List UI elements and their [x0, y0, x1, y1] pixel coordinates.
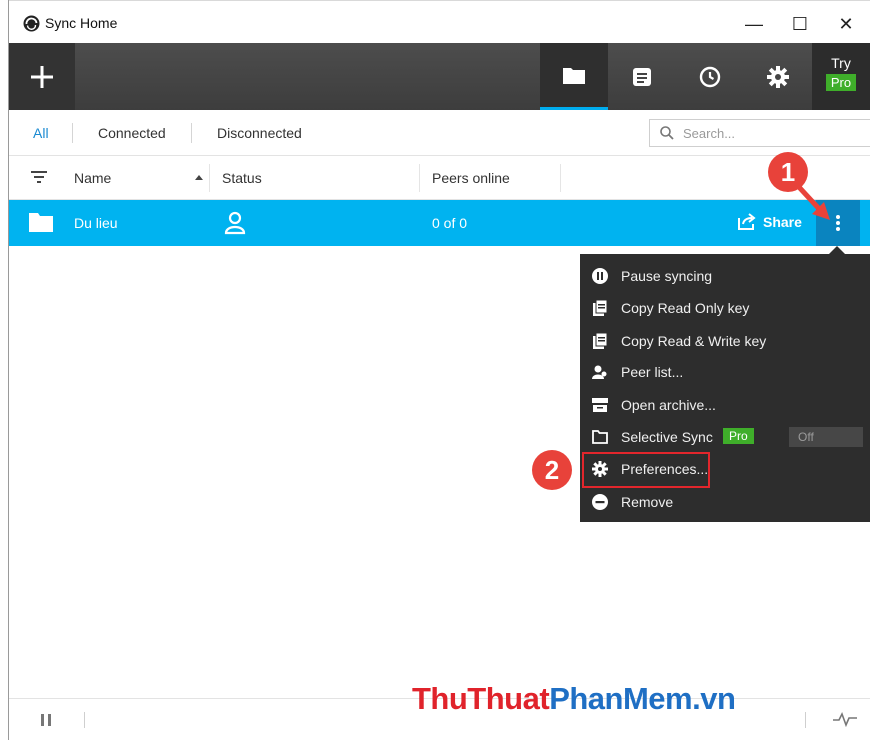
annotation-marker-2: 2 — [532, 450, 572, 490]
folder-icon — [29, 213, 53, 232]
watermark-part-1: ThuThuat — [412, 681, 550, 716]
gear-icon — [767, 65, 789, 88]
column-header: Name Status Peers online — [9, 156, 870, 200]
menu-item-open-archive[interactable]: Open archive... — [580, 389, 870, 421]
close-button[interactable]: ✕ — [823, 9, 869, 39]
menu-item-label: Pause syncing — [621, 268, 713, 284]
divider — [560, 164, 561, 192]
filter-icon[interactable] — [31, 170, 47, 184]
search-input[interactable]: Search... — [649, 119, 870, 147]
menu-caret — [829, 246, 845, 254]
tab-log[interactable] — [608, 43, 676, 110]
column-name[interactable]: Name — [74, 170, 111, 186]
search-icon — [660, 126, 674, 140]
divider — [805, 712, 806, 728]
watermark-part-2: PhanMem — [549, 681, 693, 716]
tab-folders[interactable] — [540, 43, 608, 110]
copy-icon — [593, 333, 608, 349]
sync-logo-icon — [23, 15, 40, 32]
watermark-part-3: .vn — [692, 681, 736, 716]
menu-item-label: Copy Read & Write key — [621, 333, 767, 349]
minimize-button[interactable]: — — [731, 9, 777, 39]
share-icon — [738, 213, 756, 230]
sort-ascending-icon — [195, 175, 203, 180]
log-icon — [633, 67, 651, 86]
folder-outline-icon — [592, 430, 608, 444]
menu-item-label: Copy Read Only key — [621, 300, 750, 316]
menu-item-remove[interactable]: Remove — [580, 486, 870, 518]
filter-disconnected-tab[interactable]: Disconnected — [217, 125, 302, 141]
history-icon — [699, 66, 721, 87]
plus-icon — [31, 65, 53, 88]
divider — [209, 164, 210, 192]
toolbar: Try Pro — [9, 43, 870, 110]
maximize-button[interactable]: ☐ — [777, 9, 823, 39]
menu-item-selective-sync[interactable]: Selective Sync Pro Off — [580, 421, 870, 453]
selective-sync-toggle[interactable]: Off — [789, 427, 863, 447]
filter-connected-tab[interactable]: Connected — [98, 125, 166, 141]
divider — [72, 123, 73, 143]
menu-item-copy-read-only-key[interactable]: Copy Read Only key — [580, 292, 870, 324]
divider — [419, 164, 420, 192]
divider — [191, 123, 192, 143]
folder-icon — [563, 68, 585, 84]
pro-badge: Pro — [723, 428, 754, 444]
peers-icon — [592, 365, 607, 379]
filter-bar: All Connected Disconnected Search... — [9, 110, 870, 156]
watermark: ThuThuatPhanMem.vn — [412, 681, 736, 717]
pause-circle-icon — [592, 268, 608, 284]
try-pro-button[interactable]: Try Pro — [812, 43, 870, 110]
annotation-marker-1: 1 — [768, 152, 808, 192]
divider — [84, 712, 85, 728]
menu-item-label: Open archive... — [621, 397, 716, 413]
window-title: Sync Home — [45, 15, 118, 31]
menu-item-label: Peer list... — [621, 364, 684, 380]
archive-icon — [592, 398, 608, 412]
activity-icon[interactable] — [833, 711, 857, 727]
tab-history[interactable] — [676, 43, 744, 110]
folder-name: Du lieu — [74, 215, 118, 231]
column-status[interactable]: Status — [222, 170, 262, 186]
user-icon — [224, 211, 246, 235]
remove-circle-icon — [592, 494, 608, 510]
try-label: Try — [831, 55, 851, 71]
annotation-highlight — [582, 452, 710, 488]
column-peers-online[interactable]: Peers online — [432, 170, 510, 186]
pause-icon[interactable] — [39, 713, 53, 727]
tab-settings[interactable] — [744, 43, 812, 110]
menu-item-label: Selective Sync — [621, 429, 713, 445]
menu-item-pause-syncing[interactable]: Pause syncing — [580, 260, 870, 292]
title-bar: Sync Home — ☐ ✕ — [9, 0, 870, 44]
search-placeholder: Search... — [683, 126, 736, 141]
peers-online-value: 0 of 0 — [432, 215, 468, 231]
add-folder-button[interactable] — [9, 43, 75, 110]
filter-all-tab[interactable]: All — [33, 125, 49, 141]
menu-item-label: Remove — [621, 494, 674, 510]
menu-item-copy-read-write-key[interactable]: Copy Read & Write key — [580, 325, 870, 357]
menu-item-peer-list[interactable]: Peer list... — [580, 356, 870, 388]
table-row[interactable]: Du lieu 0 of 0 Share — [9, 200, 870, 246]
toggle-state-label: Off — [798, 430, 814, 444]
copy-icon — [593, 300, 608, 316]
pro-badge: Pro — [825, 74, 857, 91]
